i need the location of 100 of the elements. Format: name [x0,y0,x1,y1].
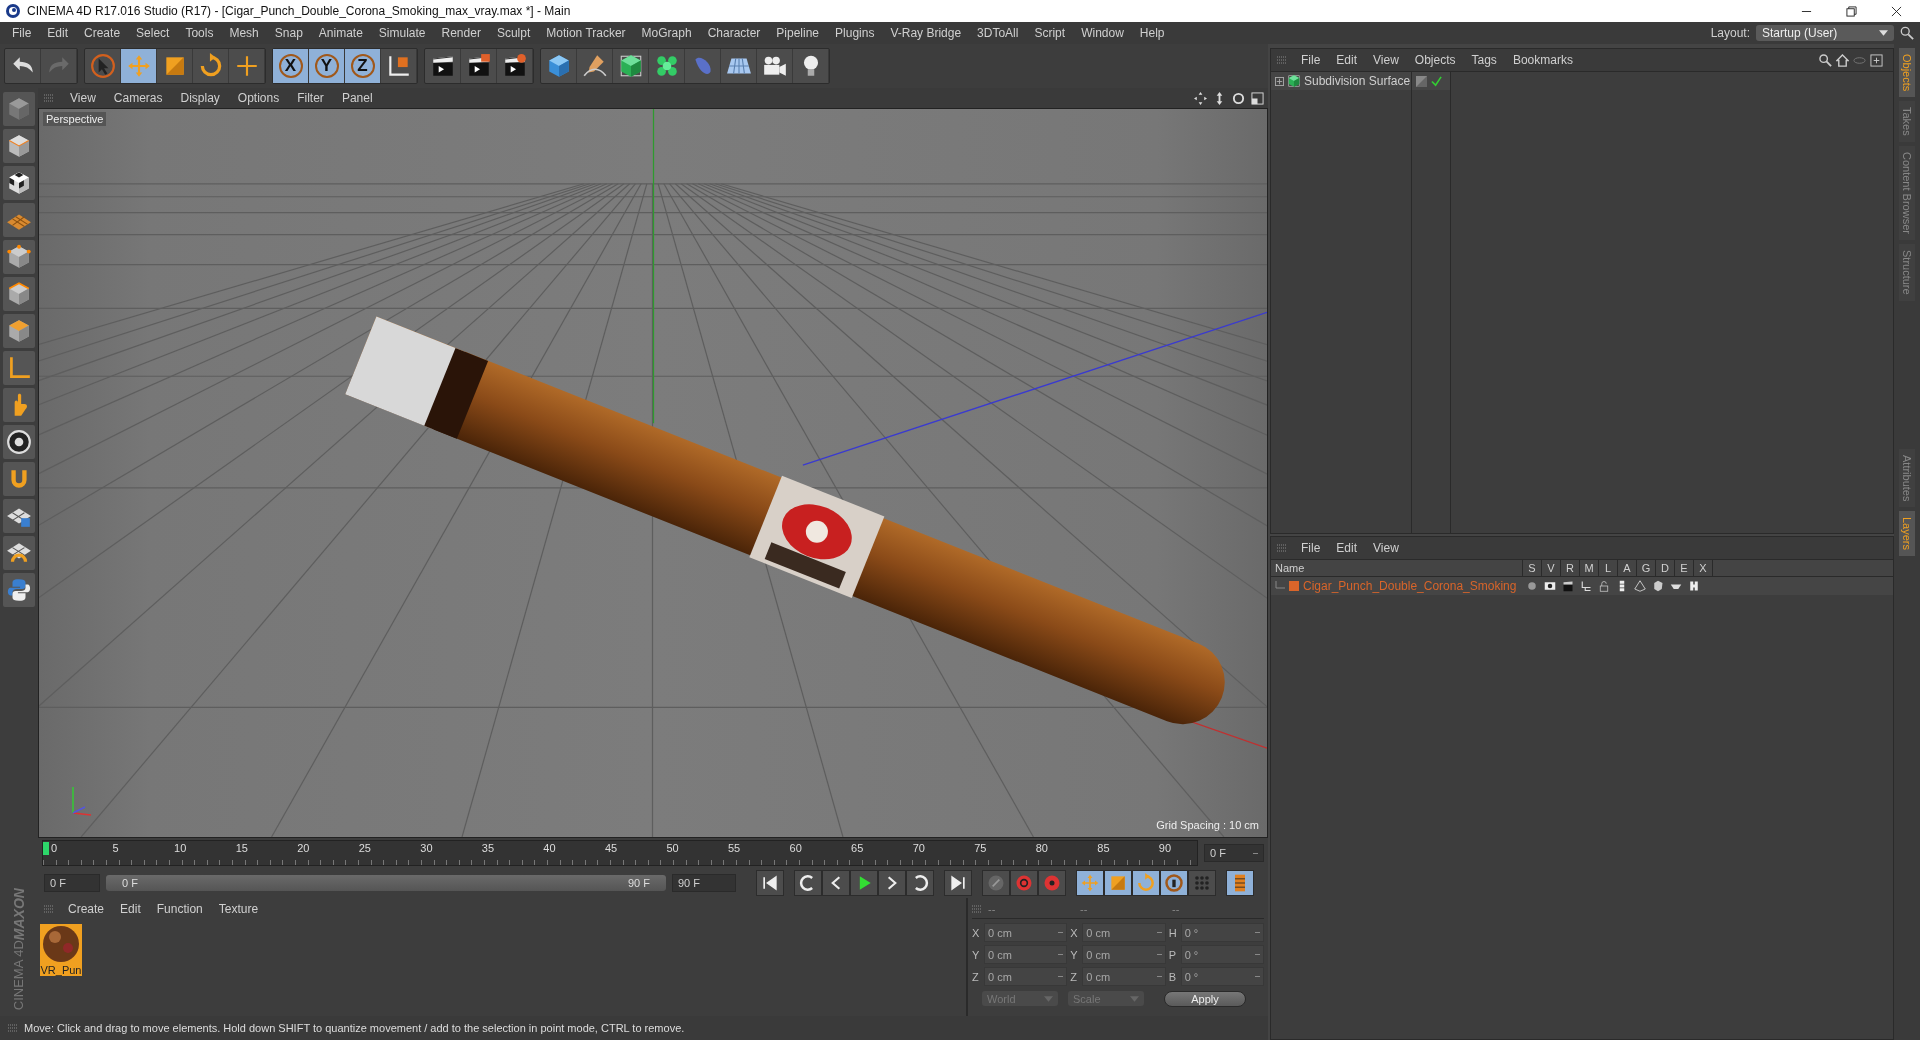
new-window-icon[interactable] [1870,53,1883,67]
end-frame-field[interactable]: 90 F [672,874,736,892]
menu-item[interactable]: Motion Tracker [538,26,634,40]
playback-button[interactable] [878,870,906,896]
menu-item[interactable]: Tags [1463,53,1505,67]
menu-item[interactable]: Plugins [827,26,883,40]
menu-item[interactable]: Pipeline [768,26,828,40]
menu-item[interactable]: Help [1131,26,1173,40]
menu-item[interactable]: Edit [1328,541,1366,555]
menu-item[interactable]: Edit [39,26,77,40]
menu-item[interactable]: Texture [210,902,267,916]
menu-item[interactable]: Render [433,26,489,40]
playback-button[interactable] [850,870,878,896]
tool-button[interactable]: Y [309,49,345,83]
shield-icon[interactable] [1652,580,1664,592]
search-icon[interactable] [1900,26,1914,40]
menu-item[interactable]: 3DToAll [969,26,1027,40]
lock-icon[interactable] [1598,580,1610,592]
close-icon[interactable] [1891,5,1902,17]
playback-button[interactable] [822,870,850,896]
xpresso-icon[interactable] [1688,580,1700,592]
timeline-ruler[interactable]: 0 5 10 15 20 25 30 35 40 45 50 55 60 65 70 75 80 85 90 [42,840,1198,866]
coordinate-field[interactable]: 0 ° [1180,967,1264,986]
playback-button[interactable] [1160,870,1188,896]
menu-item[interactable]: Animate [310,26,371,40]
menu-item[interactable]: V-Ray Bridge [882,26,970,40]
playback-button[interactable] [906,870,934,896]
coordinate-field[interactable]: 0 cm [1082,967,1166,986]
grip-icon[interactable] [972,904,982,914]
playhead-marker[interactable] [43,842,49,855]
menu-item[interactable]: Objects [1406,53,1464,67]
menu-item[interactable]: Simulate [370,26,434,40]
grip-icon[interactable] [1277,543,1287,553]
coordinate-field[interactable]: 0 cm [1082,945,1166,964]
coordinate-field[interactable]: 0 ° [1180,945,1264,964]
coordinate-field[interactable]: 0 cm [1082,923,1166,942]
playback-button[interactable] [756,870,784,896]
menu-item[interactable]: Character [699,26,769,40]
menu-item[interactable]: Snap [266,26,311,40]
playback-button[interactable] [944,870,972,896]
menu-item[interactable]: Create [76,26,129,40]
move-view-icon[interactable] [1194,91,1207,105]
tool-button[interactable] [3,425,35,459]
menu-item[interactable]: Sculpt [488,26,539,40]
menu-item[interactable]: Window [1073,26,1132,40]
maximize-view-icon[interactable] [1251,91,1264,105]
apply-button[interactable]: Apply [1164,991,1246,1007]
grip-icon[interactable] [1277,55,1287,65]
home-icon[interactable] [1836,53,1849,67]
playback-button[interactable] [1076,870,1104,896]
menu-item[interactable]: Edit [1328,53,1366,67]
layer-tag-icon[interactable] [1416,75,1427,87]
menu-item[interactable]: Edit [112,902,149,916]
menu-item[interactable]: Bookmarks [1504,53,1581,67]
menu-item[interactable]: Script [1026,26,1074,40]
menu-item[interactable]: Cameras [105,91,171,105]
menu-item[interactable]: MoGraph [633,26,700,40]
expand-icon[interactable] [1275,76,1284,86]
checkmark-icon[interactable] [1431,75,1442,87]
eye-icon[interactable] [1544,580,1556,592]
coordinate-field[interactable]: 0 cm [984,945,1068,964]
rotate-view-icon[interactable] [1232,91,1245,105]
object-row[interactable]: Subdivision Surface [1271,72,1411,90]
tool-button[interactable]: X [273,49,309,83]
grip-icon[interactable] [44,904,54,914]
manager-icon[interactable] [1580,580,1592,592]
restore-icon[interactable] [1846,5,1857,17]
menu-item[interactable]: Tools [177,26,222,40]
menu-item[interactable]: Options [229,91,288,105]
playback-button[interactable] [1104,870,1132,896]
layer-color-swatch[interactable] [1289,581,1299,591]
menu-item[interactable]: Function [148,902,211,916]
frame-range-track[interactable]: 0 F 90 F [106,875,666,891]
side-tab[interactable]: Objects [1899,48,1915,98]
menu-item[interactable]: View [1365,541,1407,555]
side-tab[interactable]: Layers [1899,511,1915,557]
playback-button[interactable] [794,870,822,896]
clapperboard-icon[interactable] [1562,580,1574,592]
menu-item[interactable]: Mesh [221,26,267,40]
current-frame-field[interactable]: 0 F [1204,844,1264,862]
menu-item[interactable]: File [1293,53,1329,67]
menu-item[interactable]: View [1365,53,1407,67]
start-frame-field[interactable]: 0 F [44,874,100,892]
layout-dropdown[interactable]: Startup (User) [1756,25,1894,41]
menu-item[interactable]: File [1293,541,1329,555]
menu-item[interactable]: View [62,91,104,105]
menu-item[interactable]: Panel [333,91,381,105]
playback-button[interactable] [1132,870,1160,896]
search-icon[interactable] [1819,53,1832,67]
tool-button[interactable] [3,573,35,607]
menu-item[interactable]: Create [60,902,113,916]
tool-button[interactable] [3,166,35,200]
coordinate-field[interactable]: 0 cm [984,923,1068,942]
coordinate-field[interactable]: 0 cm [984,967,1068,986]
material-swatch[interactable]: VR_Pun [40,924,82,976]
coordinate-field[interactable]: 0 ° [1180,923,1264,942]
menu-item[interactable]: Display [172,91,228,105]
tool-button[interactable]: Z [345,49,381,83]
menu-item[interactable]: File [4,26,40,40]
playback-button[interactable] [1226,870,1254,896]
